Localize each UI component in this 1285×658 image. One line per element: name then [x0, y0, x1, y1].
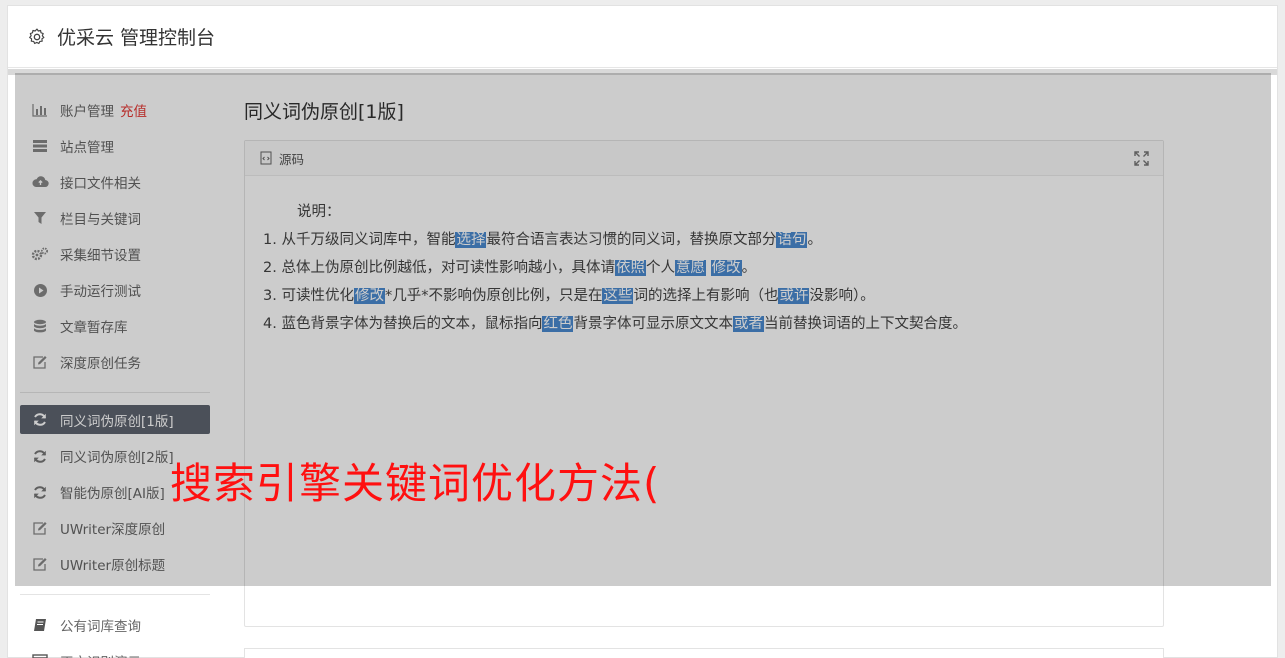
top-header: 优采云 管理控制台	[8, 6, 1277, 68]
window-icon	[31, 652, 49, 658]
app-title: 优采云 管理控制台	[57, 27, 216, 49]
overlay-headline: 搜索引擎关键词优化方法(	[170, 459, 661, 508]
output-panel	[244, 648, 1164, 658]
sidebar-item[interactable]: 公有词库查询	[20, 607, 210, 643]
sidebar-item[interactable]: 正文识别演示	[20, 643, 210, 658]
sidebar-item-label: 正文识别演示	[60, 651, 141, 658]
gear-icon	[29, 28, 45, 44]
sidebar-item-label: 公有词库查询	[60, 619, 141, 635]
book-icon	[31, 616, 49, 634]
sidebar-divider	[20, 594, 210, 595]
